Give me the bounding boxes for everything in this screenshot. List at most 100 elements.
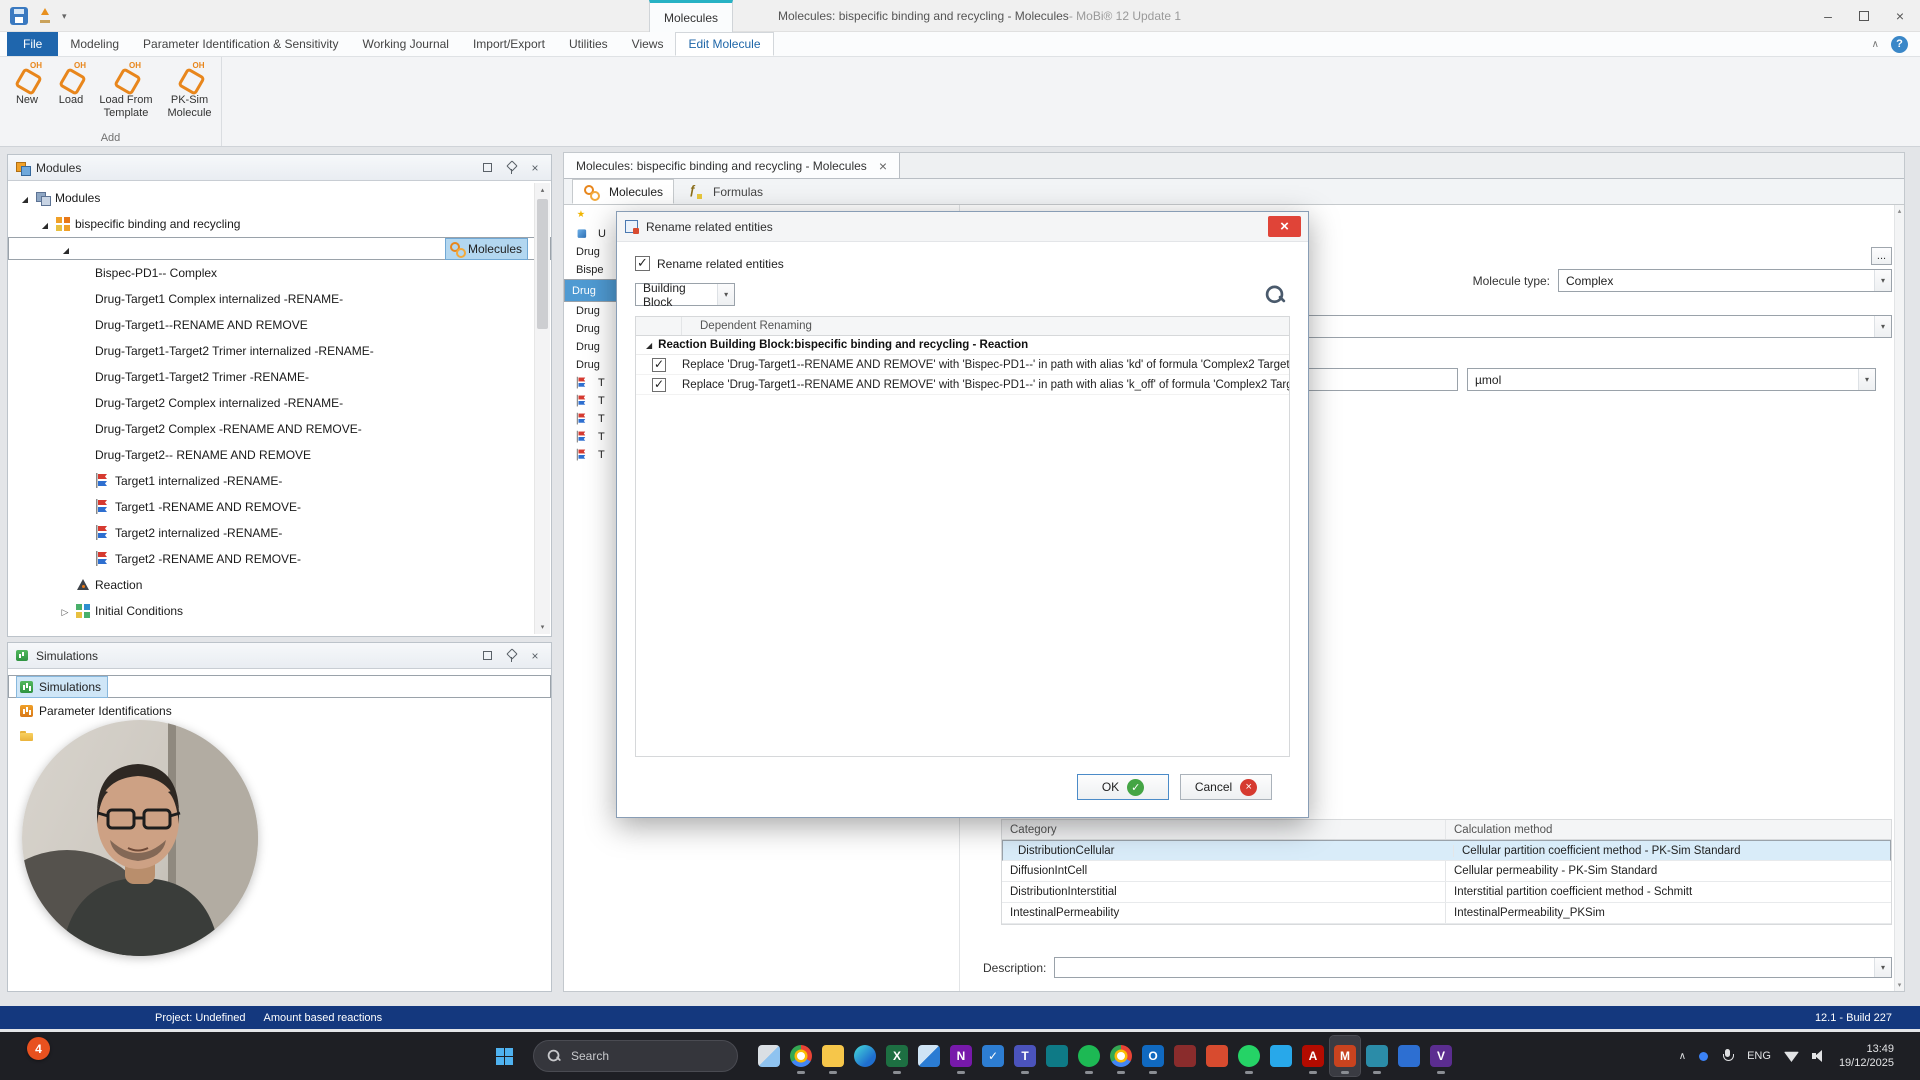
scrollbar-thumb[interactable] bbox=[537, 199, 548, 329]
ribbon-button[interactable]: New bbox=[6, 60, 48, 109]
taskbar-search[interactable]: Search bbox=[533, 1040, 738, 1072]
app-red-icon[interactable] bbox=[1202, 1036, 1232, 1076]
scroll-down-icon[interactable]: ▾ bbox=[535, 620, 550, 634]
ribbon-tab[interactable]: Edit Molecule bbox=[675, 32, 773, 56]
chevron-down-icon[interactable]: ▾ bbox=[1874, 316, 1891, 337]
onenote-icon[interactable]: N bbox=[946, 1036, 976, 1076]
whatsapp-icon[interactable] bbox=[1234, 1036, 1264, 1076]
tree-item[interactable]: Target1 internalized -RENAME- bbox=[8, 468, 551, 494]
sub-tab[interactable]: Molecules bbox=[572, 179, 674, 204]
file-explorer-icon[interactable] bbox=[754, 1036, 784, 1076]
todo-icon[interactable]: ✓ bbox=[978, 1036, 1008, 1076]
close-tab-icon[interactable]: × bbox=[879, 158, 887, 174]
tree-item[interactable]: Bispec-PD1-- Complex bbox=[8, 260, 551, 286]
tree-item[interactable]: Target2 internalized -RENAME- bbox=[8, 520, 551, 546]
ribbon-button[interactable]: Load From Template bbox=[94, 60, 158, 121]
tree-item[interactable]: Drug-Target2-- RENAME AND REMOVE bbox=[8, 442, 551, 468]
simulations-list-item[interactable]: Simulations bbox=[8, 675, 551, 698]
tree-item[interactable]: Initial Conditions bbox=[8, 598, 551, 624]
ribbon-tab[interactable]: Import/Export bbox=[461, 32, 557, 56]
table-row[interactable]: DiffusionIntCell Cellular permeability -… bbox=[1002, 861, 1891, 882]
sub-tab[interactable]: Formulas bbox=[676, 179, 774, 204]
titlebar-tab-molecules[interactable]: Molecules bbox=[649, 0, 733, 32]
ribbon-button[interactable]: PK-Sim Molecule bbox=[160, 60, 219, 121]
pin-panel-icon[interactable] bbox=[502, 647, 520, 665]
mobi-icon[interactable]: M bbox=[1330, 1036, 1360, 1076]
dialog-close-button[interactable]: × bbox=[1268, 216, 1301, 237]
tree-item[interactable]: Target1 -RENAME AND REMOVE- bbox=[8, 494, 551, 520]
grid-group-row[interactable]: Reaction Building Block:bispecific bindi… bbox=[636, 336, 1289, 355]
remote-desktop-icon[interactable] bbox=[1362, 1036, 1392, 1076]
ribbon-tab[interactable]: Utilities bbox=[557, 32, 620, 56]
unit-select[interactable]: µmol ▾ bbox=[1467, 368, 1876, 391]
restore-button[interactable] bbox=[1846, 0, 1882, 32]
teams-icon[interactable]: T bbox=[1010, 1036, 1040, 1076]
microphone-icon[interactable] bbox=[1721, 1048, 1734, 1064]
tree-scrollbar[interactable]: ▴ ▾ bbox=[534, 183, 550, 634]
chevron-down-icon[interactable]: ▾ bbox=[1874, 270, 1891, 291]
tree-item[interactable]: Target2 -RENAME AND REMOVE- bbox=[8, 546, 551, 572]
start-button[interactable] bbox=[489, 1036, 519, 1076]
visio-icon[interactable]: V bbox=[1426, 1036, 1456, 1076]
tree-item[interactable]: Drug-Target2 Complex internalized -RENAM… bbox=[8, 390, 551, 416]
scroll-up-icon[interactable]: ▴ bbox=[535, 183, 550, 197]
tree-item[interactable]: Drug-Target1--RENAME AND REMOVE bbox=[8, 312, 551, 338]
document-scrollbar[interactable]: ▴▾ bbox=[1894, 205, 1904, 991]
bluetooth-status-icon[interactable] bbox=[1699, 1052, 1708, 1061]
chevron-down-icon[interactable]: ▾ bbox=[1858, 369, 1875, 390]
app-darkred-icon[interactable] bbox=[1170, 1036, 1200, 1076]
maximize-panel-icon[interactable] bbox=[478, 647, 496, 665]
ok-button[interactable]: OK ✓ bbox=[1077, 774, 1169, 800]
pin-panel-icon[interactable] bbox=[502, 159, 520, 177]
clock[interactable]: 13:49 19/12/2025 bbox=[1839, 1042, 1894, 1071]
save-icon[interactable] bbox=[10, 7, 28, 25]
search-icon[interactable] bbox=[1264, 284, 1286, 306]
tree-item[interactable]: Drug-Target1-Target2 Trimer internalized… bbox=[8, 338, 551, 364]
help-icon[interactable]: ? bbox=[1891, 36, 1908, 53]
chevron-down-icon[interactable]: ▾ bbox=[1874, 958, 1891, 977]
tree-item[interactable]: Reaction bbox=[8, 572, 551, 598]
simulations-list-item[interactable]: Parameter Identifications bbox=[8, 698, 551, 723]
cancel-button[interactable]: Cancel × bbox=[1180, 774, 1272, 800]
tree-expander-icon[interactable] bbox=[18, 191, 32, 205]
rename-row[interactable]: Replace 'Drug-Target1--RENAME AND REMOVE… bbox=[636, 355, 1289, 375]
building-block-select[interactable]: Building Block ▾ bbox=[635, 283, 735, 306]
tree-item[interactable]: Modules bbox=[8, 185, 551, 211]
language-indicator[interactable]: ENG bbox=[1747, 1050, 1771, 1062]
close-panel-icon[interactable]: × bbox=[526, 159, 544, 177]
description-field[interactable]: ▾ bbox=[1054, 957, 1892, 978]
dialog-titlebar[interactable]: Rename related entities × bbox=[617, 212, 1308, 242]
rename-related-entities-checkbox[interactable] bbox=[635, 256, 650, 271]
minimize-button[interactable]: – bbox=[1810, 0, 1846, 32]
export-icon[interactable] bbox=[36, 7, 54, 25]
rename-row-checkbox[interactable] bbox=[652, 358, 666, 372]
close-button[interactable]: × bbox=[1882, 0, 1918, 32]
document-tab[interactable]: Molecules: bispecific binding and recycl… bbox=[564, 153, 900, 178]
maximize-panel-icon[interactable] bbox=[478, 159, 496, 177]
mail-icon[interactable] bbox=[914, 1036, 944, 1076]
group-expander-icon[interactable] bbox=[646, 339, 652, 351]
tree-expander-icon[interactable] bbox=[58, 604, 72, 618]
volume-icon[interactable] bbox=[1812, 1050, 1826, 1062]
notification-badge[interactable]: 4 bbox=[27, 1037, 50, 1060]
tree-expander-icon[interactable] bbox=[38, 217, 52, 231]
ribbon-button[interactable]: Load bbox=[50, 60, 92, 109]
google-icon[interactable] bbox=[1106, 1036, 1136, 1076]
wifi-icon[interactable] bbox=[1784, 1050, 1799, 1062]
tree-item[interactable]: Drug-Target2 Complex -RENAME AND REMOVE- bbox=[8, 416, 551, 442]
spotify-icon[interactable] bbox=[1074, 1036, 1104, 1076]
edge-icon[interactable] bbox=[850, 1036, 880, 1076]
rename-row-checkbox[interactable] bbox=[652, 378, 666, 392]
ribbon-tab[interactable]: Modeling bbox=[58, 32, 131, 56]
ribbon-tab[interactable]: File bbox=[7, 32, 58, 56]
sheets-icon[interactable] bbox=[1394, 1036, 1424, 1076]
hidden-icons-chevron-icon[interactable]: ∧ bbox=[1679, 1051, 1686, 1062]
table-row[interactable]: IntestinalPermeability IntestinalPermeab… bbox=[1002, 903, 1891, 924]
acrobat-icon[interactable]: A bbox=[1298, 1036, 1328, 1076]
tree-item[interactable]: Drug-Target1-Target2 Trimer -RENAME- bbox=[8, 364, 551, 390]
app-teal-icon[interactable] bbox=[1042, 1036, 1072, 1076]
rename-row[interactable]: Replace 'Drug-Target1--RENAME AND REMOVE… bbox=[636, 375, 1289, 395]
chrome-icon[interactable] bbox=[786, 1036, 816, 1076]
table-row[interactable]: DistributionInterstitial Interstitial pa… bbox=[1002, 882, 1891, 903]
ribbon-tab[interactable]: Parameter Identification & Sensitivity bbox=[131, 32, 350, 56]
